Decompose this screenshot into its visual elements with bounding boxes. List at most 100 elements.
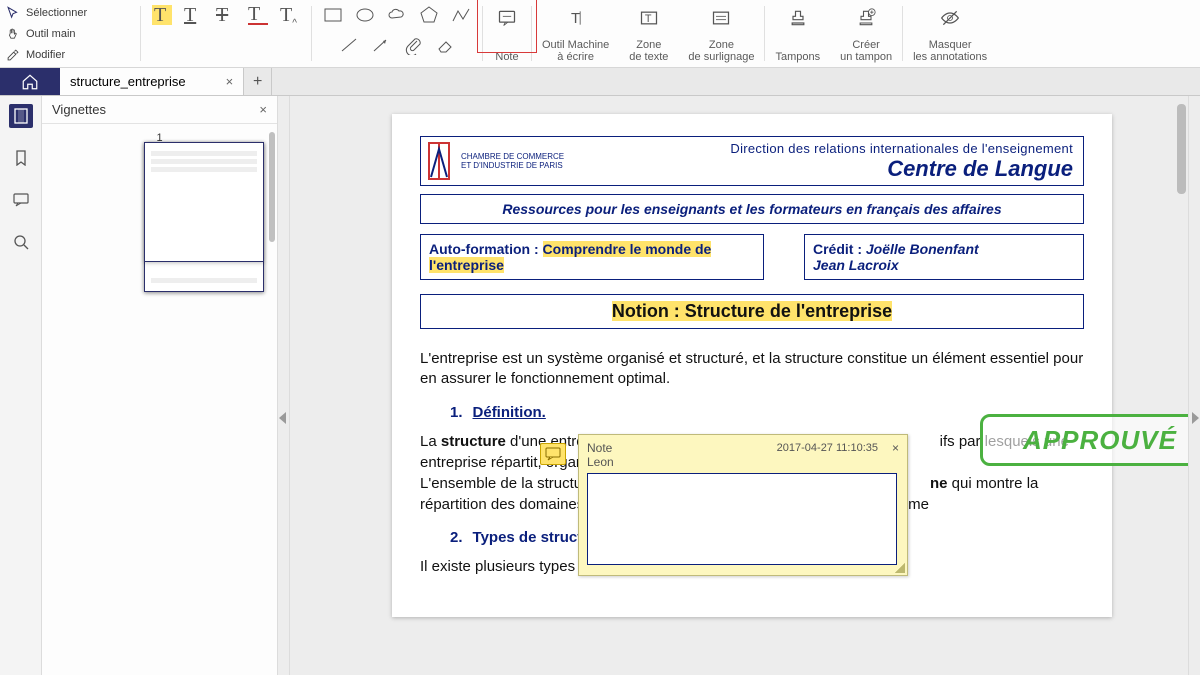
rail-comments[interactable]	[9, 188, 33, 212]
line-icon	[339, 35, 359, 55]
insert-text-tool[interactable]: T^	[279, 4, 301, 26]
arrow-icon	[371, 35, 391, 55]
ccip-text: CHAMBRE DE COMMERCEET D'INDUSTRIE DE PAR…	[461, 152, 564, 170]
svg-text:T: T	[571, 10, 580, 27]
home-tab[interactable]	[0, 68, 60, 95]
note-tool-group[interactable]: Note	[483, 0, 531, 67]
eraser-icon	[435, 35, 455, 55]
note-tool[interactable]	[493, 4, 521, 32]
hdr-line2: Centre de Langue	[564, 156, 1073, 182]
doc-header: CHAMBRE DE COMMERCEET D'INDUSTRIE DE PAR…	[420, 136, 1084, 186]
note-popup-title: Note	[587, 441, 614, 455]
note-close-icon[interactable]: ×	[892, 441, 899, 455]
note-label: Note	[495, 51, 518, 63]
note-pin-icon	[545, 447, 561, 461]
polygon-tool[interactable]	[418, 4, 440, 26]
create-stamp-label: Créer un tampon	[840, 39, 892, 63]
note-timestamp: 2017-04-27 11:10:35	[777, 442, 878, 454]
hand-label: Outil main	[26, 28, 76, 40]
rail-bookmarks[interactable]	[9, 146, 33, 170]
ellipse-tool[interactable]	[354, 4, 376, 26]
hdr-line1: Direction des relations internationales …	[564, 141, 1073, 156]
hand-tool[interactable]: Outil main	[6, 24, 134, 43]
text-effects-group: T T T T T^	[141, 0, 311, 67]
hide-annot-group[interactable]: Masquer les annotations	[903, 0, 997, 67]
note-icon	[497, 8, 517, 28]
document-viewport[interactable]: CHAMBRE DE COMMERCEET D'INDUSTRIE DE PAR…	[290, 96, 1188, 675]
thumbnail-header: Vignettes ×	[42, 96, 277, 124]
bookmark-icon	[13, 150, 29, 166]
thumbnail-icon	[13, 108, 29, 124]
note-pin[interactable]	[540, 443, 566, 465]
highlight-text-tool[interactable]: T	[151, 4, 173, 26]
hlzone-label: Zone de surlignage	[688, 39, 754, 63]
strike-text-tool[interactable]: T	[215, 4, 237, 26]
document-tab[interactable]: structure_entreprise ×	[60, 68, 244, 95]
typewriter-label: Outil Machine à écrire	[542, 39, 609, 63]
create-stamp-icon	[856, 8, 876, 28]
create-stamp-group[interactable]: Créer un tampon	[830, 0, 902, 67]
credit-cell: Crédit : Joëlle Bonenfant Jean Lacroix	[804, 234, 1084, 280]
stamps-label: Tampons	[775, 51, 820, 63]
hand-icon	[6, 27, 20, 41]
underline-text-tool[interactable]: T	[183, 4, 205, 26]
collapse-left-icon[interactable]	[279, 412, 286, 424]
thumbnail-scrollbar[interactable]	[269, 132, 275, 242]
autoformation-cell: Auto-formation : Comprendre le monde de …	[420, 234, 764, 280]
line-tool[interactable]	[338, 34, 360, 56]
shapes-group	[312, 0, 482, 67]
approved-stamp[interactable]: APPROUVÉ	[980, 414, 1188, 466]
highlight-zone-icon	[711, 8, 731, 28]
doc-scrollbar[interactable]	[1177, 104, 1186, 194]
ribbon-left-tools: Sélectionner Outil main Modifier	[0, 0, 140, 67]
note-resize-handle[interactable]	[895, 563, 905, 573]
typewriter-group[interactable]: T Outil Machine à écrire	[532, 0, 619, 67]
resources-band: Ressources pour les enseignants et les f…	[420, 194, 1084, 224]
thumbnail-panel: Vignettes × 1 2	[42, 96, 278, 675]
polyline-icon	[451, 5, 471, 25]
rail-thumbnails[interactable]	[9, 104, 33, 128]
intro-paragraph: L'entreprise est un système organisé et …	[420, 349, 1084, 390]
left-gutter	[278, 96, 290, 675]
notion-box: Notion : Structure de l'entreprise	[420, 294, 1084, 329]
attach-tool[interactable]	[402, 34, 424, 56]
note-popup-author: Leon	[587, 455, 614, 469]
collapse-right-icon[interactable]	[1192, 412, 1199, 424]
cloud-icon	[387, 5, 407, 25]
select-tool[interactable]: Sélectionner	[6, 3, 134, 22]
doc-tab-title: structure_entreprise	[70, 74, 186, 89]
arrow-tool[interactable]	[370, 34, 392, 56]
wavy-underline-tool[interactable]: T	[247, 4, 269, 26]
comment-icon	[13, 192, 29, 208]
note-text-input[interactable]	[587, 473, 897, 565]
polygon-icon	[419, 5, 439, 25]
ccip-logo	[425, 138, 453, 184]
cloud-tool[interactable]	[386, 4, 408, 26]
paperclip-icon	[403, 35, 423, 55]
eye-slash-icon	[940, 8, 960, 28]
eraser-tool[interactable]	[434, 34, 456, 56]
search-icon	[13, 234, 29, 250]
polyline-tool[interactable]	[450, 4, 472, 26]
new-tab-button[interactable]: +	[244, 68, 272, 95]
tab-strip: structure_entreprise × +	[0, 68, 1200, 96]
thumbnail-close-icon[interactable]: ×	[259, 102, 267, 117]
nav-rail	[0, 96, 42, 675]
cursor-icon	[6, 6, 20, 20]
rect-tool[interactable]	[322, 4, 344, 26]
ribbon: Sélectionner Outil main Modifier T T T T…	[0, 0, 1200, 68]
right-gutter	[1188, 96, 1200, 675]
textbox-group[interactable]: T Zone de texte	[619, 0, 678, 67]
work-area: Vignettes × 1 2	[0, 96, 1200, 675]
highlight-zone-group[interactable]: Zone de surlignage	[678, 0, 764, 67]
edit-tool[interactable]: Modifier	[6, 45, 134, 64]
note-popup[interactable]: Note Leon 2017-04-27 11:10:35 ×	[578, 434, 908, 576]
rail-search[interactable]	[9, 230, 33, 254]
close-tab-icon[interactable]: ×	[226, 74, 234, 89]
rect-icon	[323, 5, 343, 25]
typewriter-icon: T	[566, 8, 586, 28]
textbox-label: Zone de texte	[629, 39, 668, 63]
stamps-group[interactable]: Tampons	[765, 0, 830, 67]
select-label: Sélectionner	[26, 7, 87, 19]
home-icon	[21, 73, 39, 91]
